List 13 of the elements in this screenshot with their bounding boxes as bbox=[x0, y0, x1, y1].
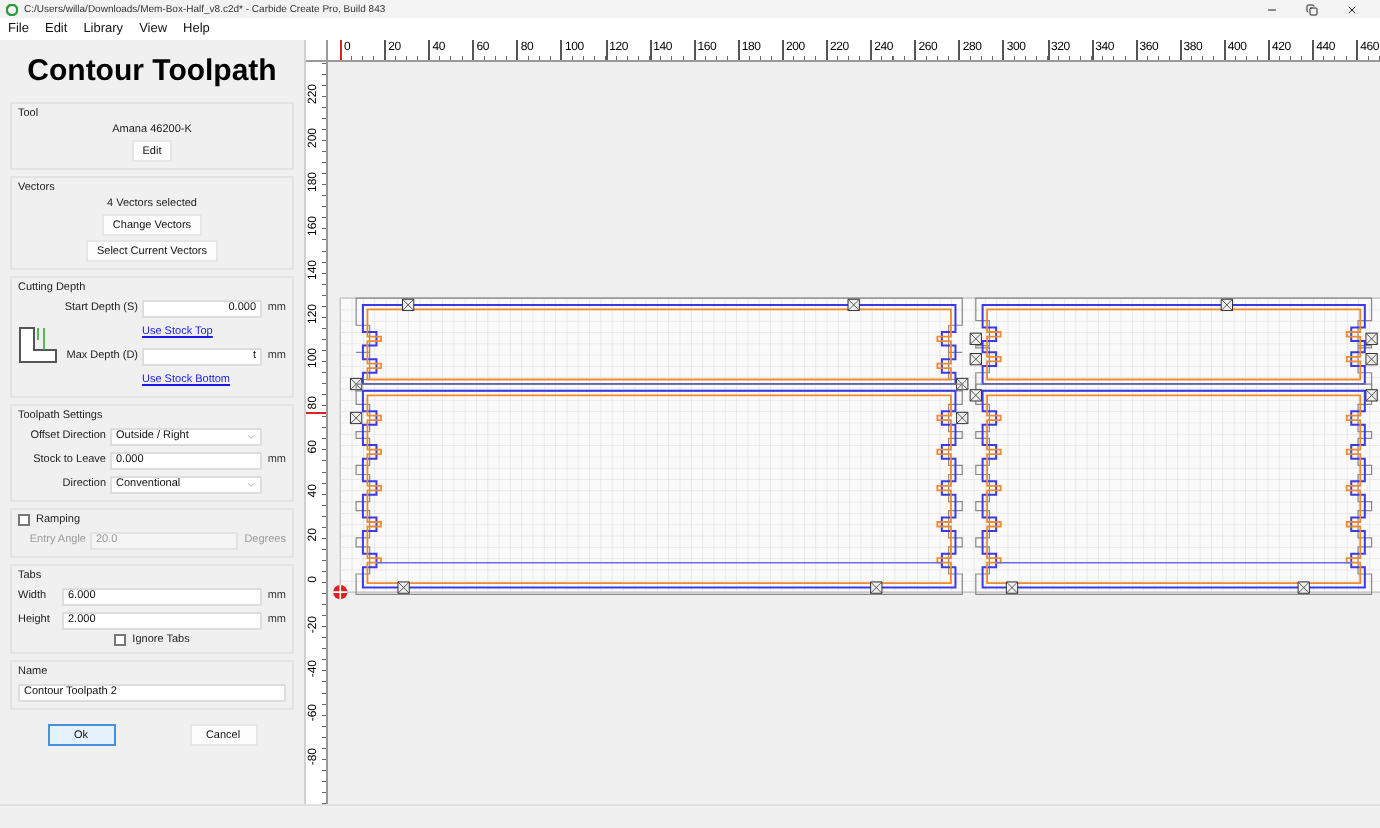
caret-icon bbox=[246, 431, 256, 441]
cursor-marker bbox=[306, 412, 326, 414]
caret-icon bbox=[246, 479, 256, 489]
ignore-tabs-checkbox[interactable] bbox=[114, 634, 127, 646]
restore-icon[interactable] bbox=[1306, 3, 1318, 15]
close-icon[interactable] bbox=[1346, 3, 1358, 15]
minimize-icon[interactable] bbox=[1266, 3, 1278, 15]
app-icon bbox=[6, 3, 18, 15]
depth-diagram-icon bbox=[18, 324, 58, 364]
panel-title: Contour Toolpath bbox=[25, 54, 279, 88]
origin-icon bbox=[332, 584, 349, 601]
ramping-checkbox[interactable] bbox=[18, 514, 30, 526]
cursor-marker bbox=[340, 40, 342, 60]
